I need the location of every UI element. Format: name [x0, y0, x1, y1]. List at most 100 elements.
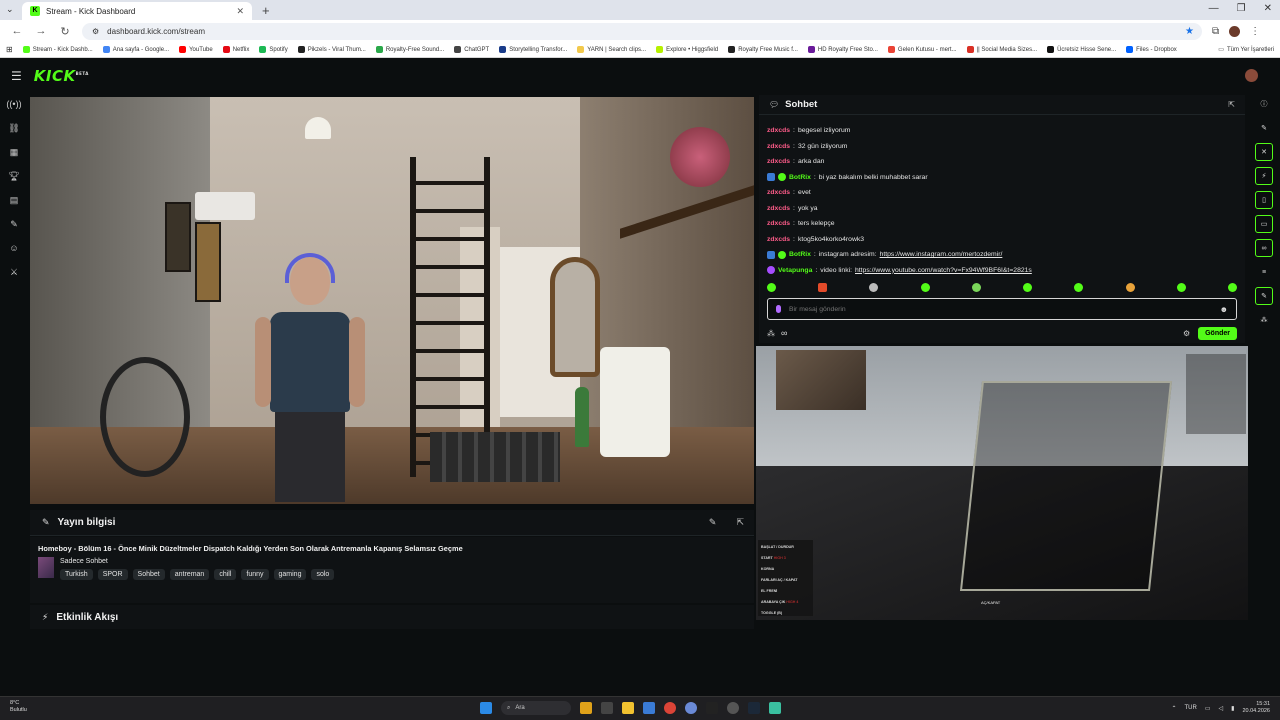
- app-icon[interactable]: [769, 702, 781, 714]
- info-icon[interactable]: ⓘ: [1255, 95, 1273, 113]
- media-icon[interactable]: ▤: [0, 188, 28, 212]
- tag[interactable]: antreman: [169, 569, 210, 580]
- widget-icon[interactable]: [580, 702, 592, 714]
- menu-kebab-icon[interactable]: ⋮: [1250, 26, 1260, 37]
- taskbar-search[interactable]: ⌕ Ara: [501, 701, 571, 715]
- live-icon[interactable]: ((•)): [0, 92, 28, 116]
- close-icon[interactable]: ✕: [1255, 143, 1273, 161]
- emote[interactable]: [920, 283, 930, 292]
- tag[interactable]: solo: [311, 569, 335, 580]
- battery-icon[interactable]: ▮: [1231, 705, 1234, 712]
- emoji-picker-icon[interactable]: ☻: [1220, 305, 1228, 314]
- chat-username[interactable]: zdxcds: [767, 127, 790, 134]
- tab-close-icon[interactable]: ✕: [236, 6, 244, 17]
- url-field[interactable]: ⚙ dashboard.kick.com/stream ★: [82, 22, 1202, 40]
- emote[interactable]: [1125, 283, 1135, 292]
- app-icon[interactable]: [685, 702, 697, 714]
- bookmark-item[interactable]: HD Royalty Free Sto...: [807, 46, 878, 53]
- close-window-button[interactable]: ✕: [1264, 3, 1272, 14]
- all-bookmarks-button[interactable]: ▭ Tüm Yer İşaretleri: [1218, 46, 1274, 54]
- bookmark-star-icon[interactable]: ★: [1185, 26, 1194, 37]
- file-explorer-icon[interactable]: [622, 702, 634, 714]
- obs-icon[interactable]: [727, 702, 739, 714]
- category-thumbnail[interactable]: [38, 557, 54, 578]
- chat-username[interactable]: zdxcds: [767, 189, 790, 196]
- store-icon[interactable]: [643, 702, 655, 714]
- infinity-icon[interactable]: ∞: [781, 328, 787, 338]
- bookmark-item[interactable]: Explore • Higgsfield: [656, 46, 718, 53]
- network-icon[interactable]: ▭: [1205, 705, 1211, 712]
- tray-chevron-icon[interactable]: ⌃: [1171, 705, 1176, 712]
- bookmark-item[interactable]: Stream - Kick Dashb...: [22, 46, 93, 53]
- wrench-icon[interactable]: ✎: [0, 212, 28, 236]
- tag[interactable]: Turkish: [60, 569, 93, 580]
- bookmark-item[interactable]: YARN | Search clips...: [577, 46, 646, 53]
- chat-username[interactable]: zdxcds: [767, 236, 790, 243]
- language-indicator[interactable]: TUR: [1185, 705, 1197, 711]
- task-view-icon[interactable]: [601, 702, 613, 714]
- pencil-icon[interactable]: ✎: [1255, 119, 1273, 137]
- site-info-icon[interactable]: ⚙: [92, 27, 99, 36]
- bookmark-item[interactable]: Gelen Kutusu - mert...: [887, 46, 957, 53]
- bookmark-item[interactable]: || Social Media Sizes...: [966, 46, 1037, 53]
- edit-pencil-icon[interactable]: ✎: [709, 517, 717, 528]
- clock[interactable]: 15:31 20.04.2026: [1242, 701, 1270, 715]
- emote[interactable]: [818, 283, 828, 292]
- bookmark-item[interactable]: Pikzels - Viral Thum...: [297, 46, 366, 53]
- mod-icon[interactable]: ⚔: [0, 260, 28, 284]
- stream-preview[interactable]: BAŞLAT / DURDUR START HIGH 3 KORNA FARLA…: [756, 346, 1248, 620]
- tab-search-icon[interactable]: ⌄: [6, 4, 14, 15]
- emote[interactable]: [1176, 283, 1186, 292]
- wrench-icon[interactable]: ✎: [1255, 287, 1273, 305]
- volume-icon[interactable]: ◁: [1219, 705, 1224, 712]
- chat-input-box[interactable]: ☻: [767, 298, 1237, 320]
- bookmark-item[interactable]: YouTube: [179, 46, 213, 53]
- app-icon[interactable]: [706, 702, 718, 714]
- apps-grid-icon[interactable]: ⊞: [6, 45, 13, 54]
- chat-message-input[interactable]: [789, 305, 1220, 313]
- emote[interactable]: [971, 283, 981, 292]
- weather-widget[interactable]: 8°C Bulutlu: [10, 700, 27, 714]
- nodes-icon[interactable]: ⁂: [1255, 311, 1273, 329]
- chat-link[interactable]: https://www.youtube.com/watch?v=Fx94Wf9B…: [855, 267, 1032, 274]
- chat-username[interactable]: zdxcds: [767, 143, 790, 150]
- extensions-icon[interactable]: ⧉: [1212, 26, 1219, 37]
- chat-icon[interactable]: ▭: [1255, 215, 1273, 233]
- emote[interactable]: [1227, 283, 1237, 292]
- tag[interactable]: chill: [214, 569, 237, 580]
- steam-icon[interactable]: [748, 702, 760, 714]
- tag[interactable]: gaming: [273, 569, 307, 580]
- send-message-button[interactable]: Gönder: [1198, 326, 1237, 340]
- bookmark-item[interactable]: Netflix: [222, 46, 249, 53]
- chat-settings-gear-icon[interactable]: ⚙: [1183, 329, 1190, 338]
- chat-link[interactable]: https://www.instagram.com/mertozdemir/: [880, 251, 1003, 258]
- link-icon[interactable]: ⛓: [0, 116, 28, 140]
- tag[interactable]: SPOR: [97, 569, 128, 580]
- hamburger-menu-icon[interactable]: ☰: [11, 69, 22, 83]
- chat-username[interactable]: zdxcds: [767, 158, 790, 165]
- bookmark-item[interactable]: Spotify: [259, 46, 288, 53]
- bookmark-item[interactable]: ChatGPT: [454, 46, 489, 53]
- bookmark-item[interactable]: Files - Dropbox: [1126, 46, 1177, 53]
- popout-icon[interactable]: ⇱: [736, 517, 744, 528]
- chat-popout-icon[interactable]: ⇱: [1228, 100, 1235, 109]
- minimize-button[interactable]: —: [1209, 3, 1219, 14]
- clipboard-icon[interactable]: ▯: [1255, 191, 1273, 209]
- bookmark-item[interactable]: Ana sayfa - Google...: [102, 46, 169, 53]
- chat-username[interactable]: Vetapunga: [778, 267, 812, 274]
- stream-video-player[interactable]: [30, 97, 754, 504]
- kick-logo[interactable]: KICKBETA: [34, 67, 89, 85]
- maximize-button[interactable]: ❐: [1237, 3, 1246, 14]
- chat-username[interactable]: BotRix: [789, 174, 811, 181]
- forward-icon[interactable]: →: [34, 25, 48, 37]
- back-icon[interactable]: ←: [10, 25, 24, 37]
- emote[interactable]: [1023, 283, 1033, 292]
- bolt-icon[interactable]: ⚡︎: [1255, 167, 1273, 185]
- emote[interactable]: [1074, 283, 1084, 292]
- stream-category[interactable]: Sadece Sohbet: [60, 558, 108, 565]
- shapes-icon[interactable]: ⁂: [767, 329, 775, 338]
- reload-icon[interactable]: ↻: [58, 25, 72, 38]
- tag[interactable]: funny: [241, 569, 269, 580]
- bookmark-item[interactable]: Ücretsiz Hisse Sene...: [1047, 46, 1116, 53]
- chat-username[interactable]: zdxcds: [767, 220, 790, 227]
